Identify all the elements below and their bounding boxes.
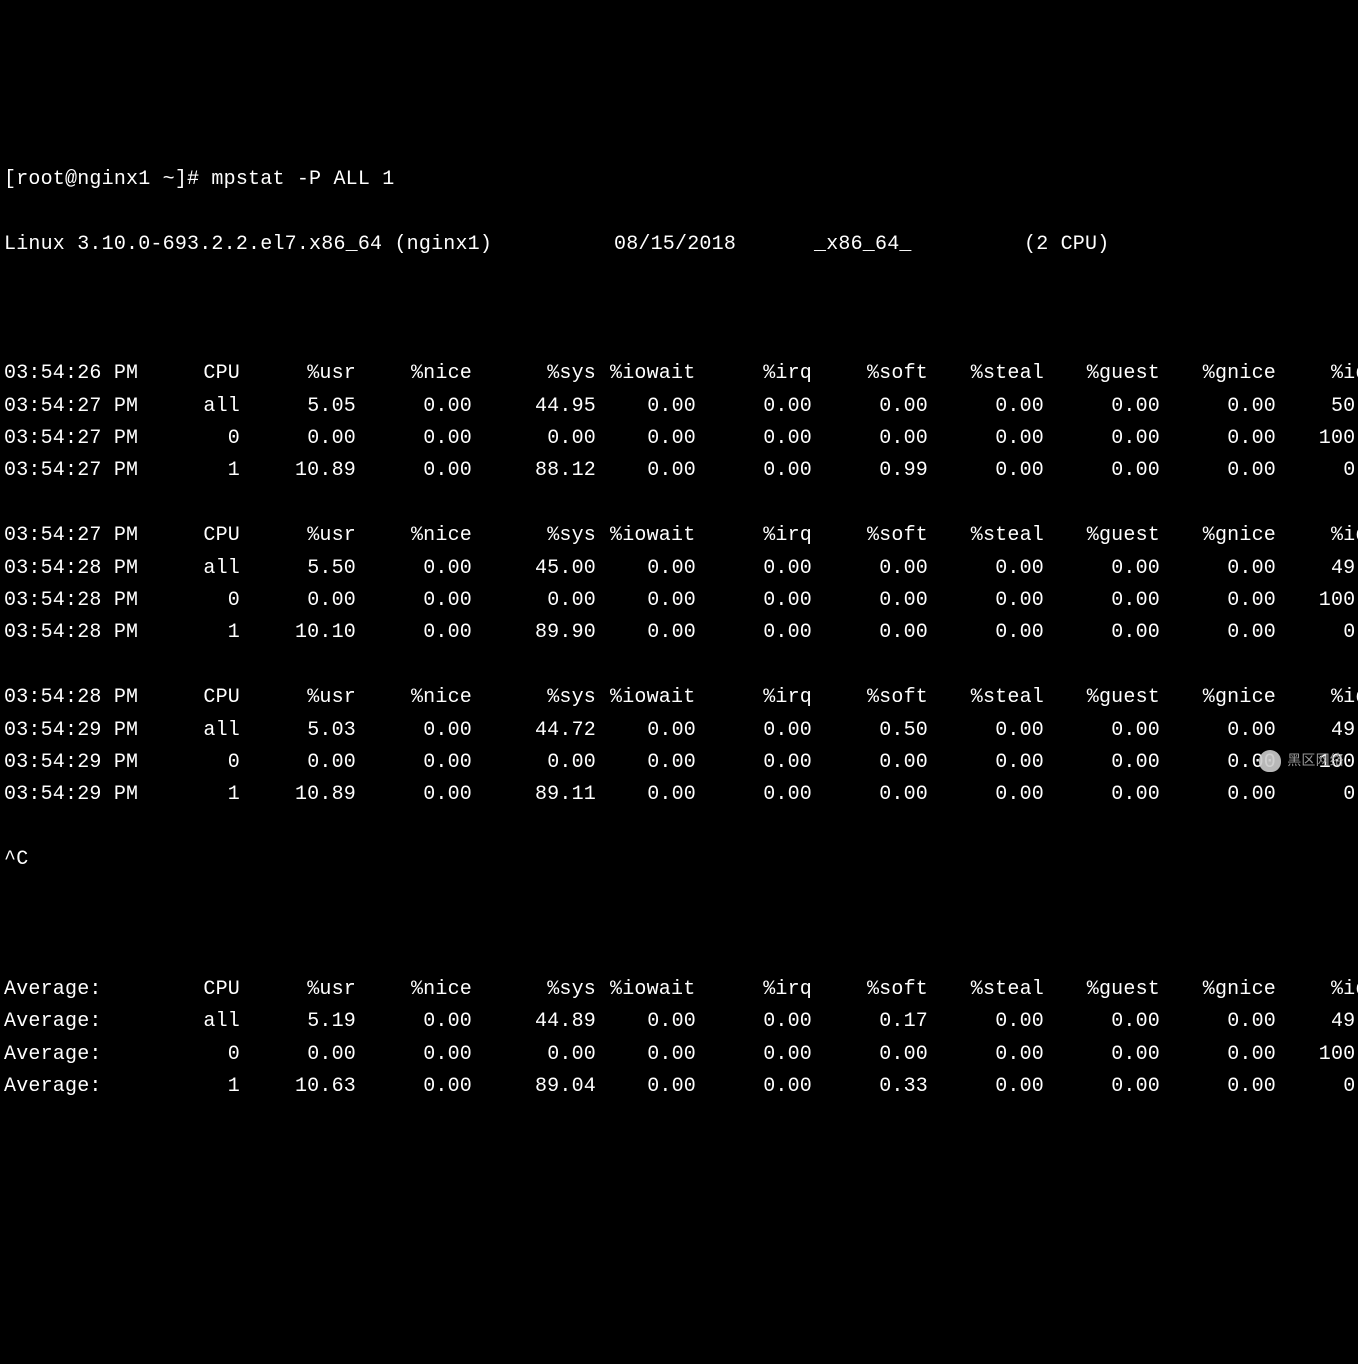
watermark-text: 黑区网络 — [1287, 749, 1344, 772]
watermark: 黑区网络 — [1259, 749, 1344, 772]
blank-line — [4, 650, 1354, 682]
stat-data-row: 03:54:28 PM110.100.0089.900.000.000.000.… — [4, 617, 1354, 649]
stat-data-row: 03:54:27 PM00.000.000.000.000.000.000.00… — [4, 423, 1354, 455]
stat-data-row: 03:54:29 PM00.000.000.000.000.000.000.00… — [4, 747, 1354, 779]
stat-header-row: Average:CPU%usr%nice%sys%iowait%irq%soft… — [4, 974, 1354, 1006]
stat-data-row: 03:54:29 PM110.890.0089.110.000.000.000.… — [4, 779, 1354, 811]
stat-data-row: 03:54:28 PMall5.500.0045.000.000.000.000… — [4, 553, 1354, 585]
stat-data-row: 03:54:27 PM110.890.0088.120.000.000.990.… — [4, 455, 1354, 487]
stat-data-row: 03:54:27 PMall5.050.0044.950.000.000.000… — [4, 391, 1354, 423]
stat-header-row: 03:54:27 PMCPU%usr%nice%sys%iowait%irq%s… — [4, 520, 1354, 552]
stat-data-row: Average:00.000.000.000.000.000.000.000.0… — [4, 1039, 1354, 1071]
stat-data-row: Average:110.630.0089.040.000.000.330.000… — [4, 1071, 1354, 1103]
interrupt-line: ^C — [4, 844, 1354, 876]
system-header: Linux 3.10.0-693.2.2.el7.x86_64 (nginx1)… — [4, 229, 1354, 261]
blank-line — [4, 909, 1354, 941]
average-block: Average:CPU%usr%nice%sys%iowait%irq%soft… — [4, 974, 1354, 1104]
stat-header-row: 03:54:26 PMCPU%usr%nice%sys%iowait%irq%s… — [4, 358, 1354, 390]
stat-data-row: Average:all5.190.0044.890.000.000.170.00… — [4, 1006, 1354, 1038]
terminal-output[interactable]: [root@nginx1 ~]# mpstat -P ALL 1 Linux 3… — [4, 132, 1354, 1136]
shell-prompt: [root@nginx1 ~]# mpstat -P ALL 1 — [4, 164, 1354, 196]
stat-header-row: 03:54:28 PMCPU%usr%nice%sys%iowait%irq%s… — [4, 682, 1354, 714]
blank-line — [4, 294, 1354, 326]
stat-data-row: 03:54:28 PM00.000.000.000.000.000.000.00… — [4, 585, 1354, 617]
stat-data-row: 03:54:29 PMall5.030.0044.720.000.000.500… — [4, 715, 1354, 747]
stat-blocks: 03:54:26 PMCPU%usr%nice%sys%iowait%irq%s… — [4, 358, 1354, 811]
watermark-icon — [1259, 750, 1281, 772]
blank-line — [4, 488, 1354, 520]
